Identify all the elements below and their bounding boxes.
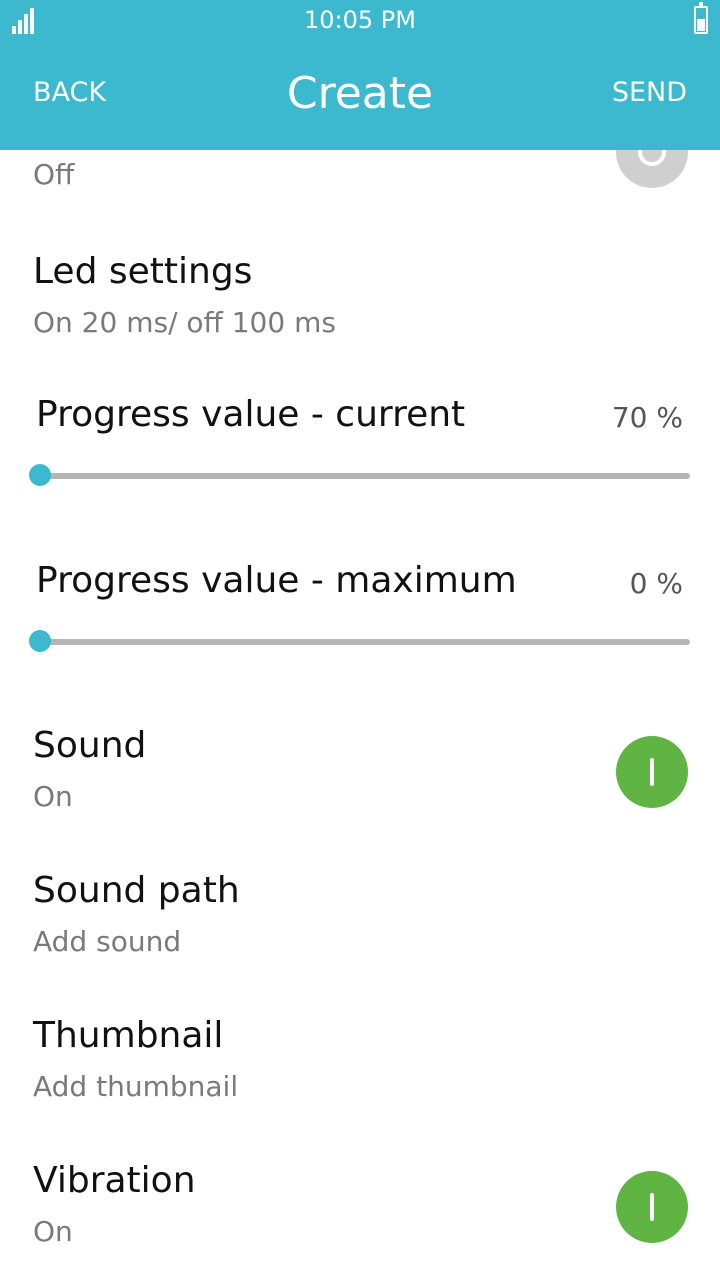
progress-current-label: Progress value - current bbox=[36, 394, 466, 435]
settings-item-vibration[interactable]: Vibration On bbox=[0, 1157, 720, 1267]
app-bar: BACK Create SEND bbox=[0, 40, 720, 150]
settings-item-value: Off bbox=[33, 158, 75, 191]
settings-item-sound[interactable]: Sound On bbox=[0, 722, 720, 832]
settings-item-value: Add thumbnail bbox=[33, 1070, 239, 1103]
status-bar: 10:05 PM bbox=[0, 0, 720, 40]
send-button[interactable]: SEND bbox=[612, 76, 687, 110]
settings-item-value: On bbox=[33, 780, 73, 813]
settings-list[interactable]: Off Led settings On 20 ms/ off 100 ms Pr… bbox=[0, 150, 720, 1280]
settings-item-label: Sound bbox=[33, 725, 147, 766]
settings-item-value: Add sound bbox=[33, 925, 182, 958]
sound-toggle[interactable] bbox=[616, 736, 688, 808]
settings-item-led[interactable]: Led settings On 20 ms/ off 100 ms bbox=[0, 242, 720, 352]
slider-thumb[interactable] bbox=[29, 464, 51, 486]
settings-item-partial[interactable]: Off bbox=[0, 150, 720, 220]
progress-maximum-row: Progress value - maximum 0 % bbox=[0, 556, 720, 666]
progress-maximum-value: 0 % bbox=[629, 567, 683, 600]
vibration-toggle[interactable] bbox=[616, 1171, 688, 1243]
settings-item-label: Thumbnail bbox=[33, 1015, 224, 1056]
progress-current-slider[interactable] bbox=[29, 464, 690, 486]
settings-item-label: Vibration bbox=[33, 1160, 196, 1201]
settings-item-label: Sound path bbox=[33, 870, 240, 911]
progress-current-value: 70 % bbox=[611, 401, 683, 434]
progress-maximum-slider[interactable] bbox=[29, 630, 690, 652]
settings-item-value: On 20 ms/ off 100 ms bbox=[33, 306, 336, 339]
toggle-switch-off[interactable] bbox=[616, 150, 688, 188]
settings-item-value: On bbox=[33, 1215, 73, 1248]
settings-item-label: Led settings bbox=[33, 251, 253, 292]
progress-maximum-label: Progress value - maximum bbox=[36, 560, 517, 601]
settings-item-sound-path[interactable]: Sound path Add sound bbox=[0, 867, 720, 977]
progress-current-row: Progress value - current 70 % bbox=[0, 390, 720, 500]
settings-item-thumbnail[interactable]: Thumbnail Add thumbnail bbox=[0, 1012, 720, 1122]
battery-icon bbox=[694, 2, 708, 34]
status-time: 10:05 PM bbox=[304, 6, 416, 34]
slider-thumb[interactable] bbox=[29, 630, 51, 652]
